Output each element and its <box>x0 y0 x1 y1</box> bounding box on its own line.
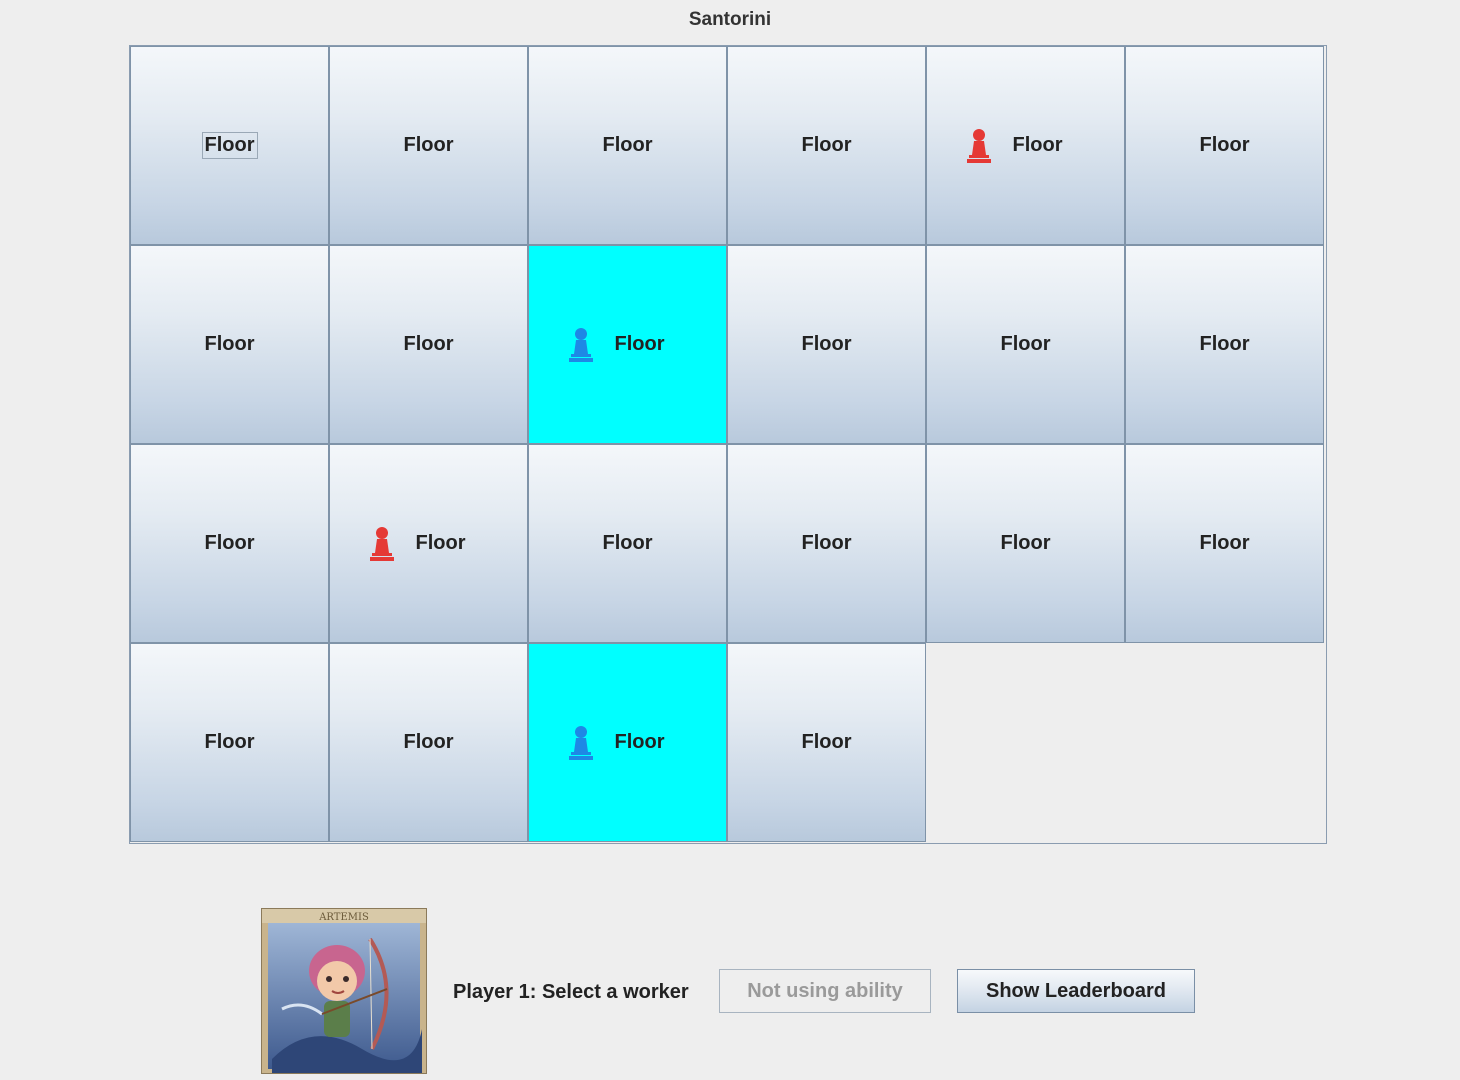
cell-label: Floor <box>204 333 255 355</box>
board-cell[interactable]: Floor <box>926 46 1125 245</box>
board-cell[interactable]: Floor <box>727 245 926 444</box>
god-card-name: ARTEMIS <box>318 912 369 923</box>
cell-label: Floor <box>204 731 255 753</box>
board-cell[interactable]: Floor <box>528 643 727 842</box>
cell-label: Floor <box>403 731 454 753</box>
cell-label: Floor <box>1199 134 1250 156</box>
god-card-artemis: ARTEMIS <box>261 908 427 1074</box>
cell-label: Floor <box>1012 134 1063 156</box>
cell-label: Floor <box>801 731 852 753</box>
board-cell[interactable]: Floor <box>1125 444 1324 643</box>
cell-label: Floor <box>403 333 454 355</box>
board-cell[interactable]: Floor <box>329 245 528 444</box>
status-text: Player 1: Select a worker <box>453 981 689 1003</box>
cell-label: Floor <box>1000 333 1051 355</box>
board-cell[interactable]: Floor <box>926 444 1125 643</box>
cell-label: Floor <box>204 532 255 554</box>
board-cell[interactable]: Floor <box>528 245 727 444</box>
board-cell[interactable]: Floor <box>130 643 329 842</box>
board-cell[interactable]: Floor <box>727 643 926 842</box>
board-cell[interactable]: Floor <box>926 245 1125 444</box>
board-cell[interactable]: Floor <box>130 444 329 643</box>
artemis-card-image: ARTEMIS <box>262 909 426 1073</box>
cell-label: Floor <box>602 134 653 156</box>
board-cell[interactable]: Floor <box>727 444 926 643</box>
board-cell[interactable]: Floor <box>528 46 727 245</box>
board-cell[interactable]: Floor <box>727 46 926 245</box>
cell-label: Floor <box>614 731 665 753</box>
red-worker-icon <box>369 526 394 561</box>
blue-worker-icon <box>568 327 593 362</box>
cell-label: Floor <box>614 333 665 355</box>
cell-label: Floor <box>602 532 653 554</box>
board-cell[interactable]: Floor <box>1125 245 1324 444</box>
board-cell[interactable]: Floor <box>329 643 528 842</box>
cell-label: Floor <box>201 132 258 159</box>
cell-label: Floor <box>801 333 852 355</box>
cell-label: Floor <box>1199 532 1250 554</box>
ability-toggle-button[interactable]: Not using ability <box>719 969 931 1013</box>
board-cell[interactable]: Floor <box>130 46 329 245</box>
cell-label: Floor <box>801 134 852 156</box>
board-cell[interactable]: Floor <box>1125 46 1324 245</box>
cell-label: Floor <box>1000 532 1051 554</box>
game-board: Floor Floor Floor Floor Floor Floor Floor Floor… <box>129 45 1327 844</box>
cell-label: Floor <box>801 532 852 554</box>
red-worker-icon <box>966 128 991 163</box>
cell-label: Floor <box>1199 333 1250 355</box>
board-cell[interactable]: Floor <box>528 444 727 643</box>
window-title: Santorini <box>688 9 772 30</box>
cell-label: Floor <box>403 134 454 156</box>
board-cell[interactable]: Floor <box>329 46 528 245</box>
board-cell[interactable]: Floor <box>329 444 528 643</box>
board-cell[interactable]: Floor <box>130 245 329 444</box>
blue-worker-icon <box>568 725 593 760</box>
cell-label: Floor <box>415 532 466 554</box>
show-leaderboard-button[interactable]: Show Leaderboard <box>957 969 1195 1013</box>
